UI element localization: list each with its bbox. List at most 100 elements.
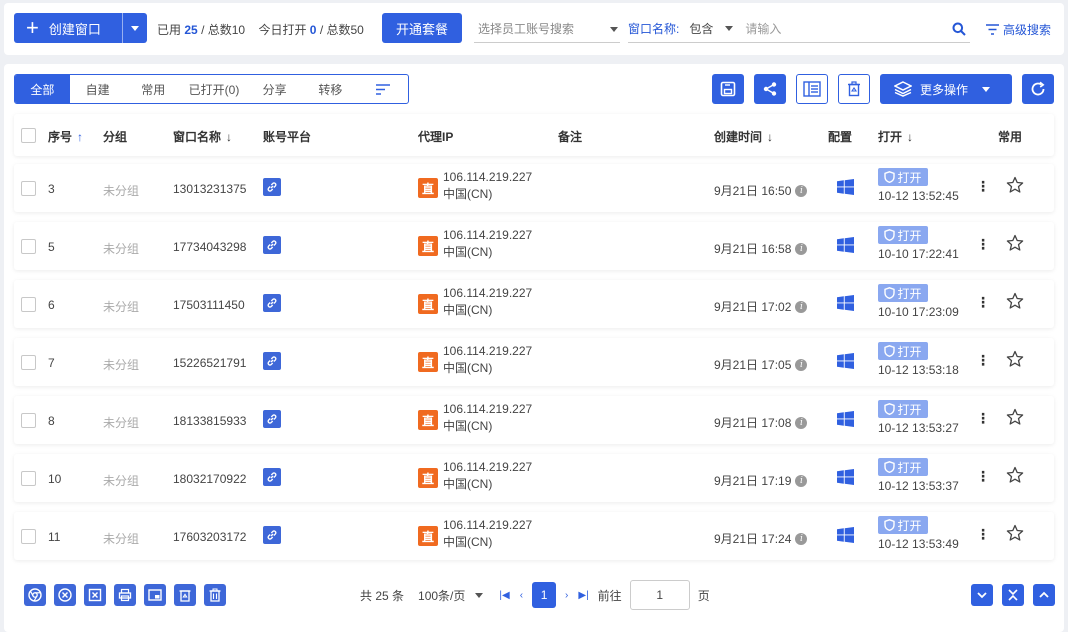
goto-page-input[interactable]: 1 xyxy=(629,580,690,610)
favorite-star-button[interactable] xyxy=(1006,466,1024,487)
scroll-down-button[interactable] xyxy=(971,584,993,606)
open-button[interactable]: 打开 xyxy=(878,458,928,476)
batch-delete-button[interactable] xyxy=(204,584,226,606)
config-windows[interactable] xyxy=(837,295,854,314)
config-windows[interactable] xyxy=(837,469,854,488)
employee-account-select[interactable]: 选择员工账号搜索 xyxy=(474,15,620,43)
scroll-up-button[interactable] xyxy=(1033,584,1055,606)
refresh-button[interactable] xyxy=(1022,74,1054,104)
table-row[interactable]: 10 未分组 18032170922 直 106.114.219.227 中国(CN) 9月… xyxy=(14,454,1054,502)
tab-opened[interactable]: 已打开(0) xyxy=(181,75,247,103)
favorite-star-button[interactable] xyxy=(1006,524,1024,545)
create-window-dropdown[interactable] xyxy=(122,13,147,43)
save-button[interactable] xyxy=(712,74,744,104)
page-size-select[interactable]: 100条/页 xyxy=(418,587,484,604)
row-checkbox[interactable] xyxy=(21,181,36,196)
search-input[interactable]: 请输入 xyxy=(745,20,781,37)
open-button[interactable]: 打开 xyxy=(878,168,928,186)
info-icon[interactable]: i xyxy=(795,184,808,197)
select-all-checkbox[interactable] xyxy=(21,128,36,143)
tab-all[interactable]: 全部 xyxy=(15,75,70,103)
row-checkbox[interactable] xyxy=(21,471,36,486)
table-row[interactable]: 8 未分组 18133815933 直 106.114.219.227 中国(CN) 9月2… xyxy=(14,396,1054,444)
open-button[interactable]: 打开 xyxy=(878,342,928,360)
row-checkbox[interactable] xyxy=(21,297,36,312)
platform-link-button[interactable] xyxy=(263,294,281,312)
open-button[interactable]: 打开 xyxy=(878,400,928,418)
sort-icon[interactable] xyxy=(358,75,408,103)
more-icon[interactable]: ⋮ xyxy=(976,237,990,251)
column-created[interactable]: 创建时间 ↓ xyxy=(714,128,773,145)
more-operations-button[interactable]: 更多操作 xyxy=(880,74,1012,104)
column-window-name[interactable]: 窗口名称 ↓ xyxy=(173,128,232,145)
batch-window-button[interactable] xyxy=(144,584,166,606)
last-page-icon[interactable]: ▶| xyxy=(578,590,588,601)
row-checkbox[interactable] xyxy=(21,239,36,254)
list-view-button[interactable] xyxy=(796,74,828,104)
batch-proxy-button[interactable] xyxy=(114,584,136,606)
config-windows[interactable] xyxy=(837,527,854,546)
match-mode-select[interactable]: 包含 xyxy=(689,20,713,37)
config-windows[interactable] xyxy=(837,237,854,256)
tab-share[interactable]: 分享 xyxy=(247,75,303,103)
more-icon[interactable]: ⋮ xyxy=(976,179,990,193)
more-icon[interactable]: ⋮ xyxy=(976,353,990,367)
platform-link-button[interactable] xyxy=(263,178,281,196)
first-page-icon[interactable]: |◀ xyxy=(499,590,509,601)
info-icon[interactable]: i xyxy=(795,300,808,313)
config-windows[interactable] xyxy=(837,353,854,372)
config-windows[interactable] xyxy=(837,411,854,430)
open-button[interactable]: 打开 xyxy=(878,284,928,302)
table-row[interactable]: 6 未分组 17503111450 直 106.114.219.227 中国(CN) 9月2… xyxy=(14,280,1054,328)
row-checkbox[interactable] xyxy=(21,355,36,370)
next-page-icon[interactable]: › xyxy=(565,590,568,601)
favorite-star-button[interactable] xyxy=(1006,292,1024,313)
info-icon[interactable]: i xyxy=(795,474,808,487)
platform-link-button[interactable] xyxy=(263,526,281,544)
table-row[interactable]: 7 未分组 15226521791 直 106.114.219.227 中国(CN) 9月2… xyxy=(14,338,1054,386)
batch-open-button[interactable] xyxy=(24,584,46,606)
info-icon[interactable]: i xyxy=(795,358,808,371)
platform-link-button[interactable] xyxy=(263,468,281,486)
table-row[interactable]: 5 未分组 17734043298 直 106.114.219.227 中国(CN) 9月2… xyxy=(14,222,1054,270)
create-window-button[interactable]: + 创建窗口 xyxy=(14,13,122,43)
advanced-search-button[interactable]: 高级搜索 xyxy=(986,21,1051,38)
batch-clear-button[interactable] xyxy=(84,584,106,606)
platform-link-button[interactable] xyxy=(263,352,281,370)
info-icon[interactable]: i xyxy=(795,242,808,255)
batch-recycle-button[interactable] xyxy=(174,584,196,606)
tab-transfer[interactable]: 转移 xyxy=(303,75,359,103)
column-open[interactable]: 打开 ↓ xyxy=(878,128,913,145)
current-page[interactable]: 1 xyxy=(532,582,557,608)
row-checkbox[interactable] xyxy=(21,413,36,428)
table-row[interactable]: 11 未分组 17603203172 直 106.114.219.227 中国(CN) 9月… xyxy=(14,512,1054,560)
prev-page-icon[interactable]: ‹ xyxy=(520,590,523,601)
tab-self-created[interactable]: 自建 xyxy=(70,75,126,103)
info-icon[interactable]: i xyxy=(795,532,808,545)
more-icon[interactable]: ⋮ xyxy=(976,527,990,541)
batch-close-button[interactable] xyxy=(54,584,76,606)
row-checkbox[interactable] xyxy=(21,529,36,544)
open-plan-button[interactable]: 开通套餐 xyxy=(382,13,462,43)
platform-link-button[interactable] xyxy=(263,410,281,428)
table-row[interactable]: 3 未分组 13013231375 直 106.114.219.227 中国(CN) 9月2… xyxy=(14,164,1054,212)
more-icon[interactable]: ⋮ xyxy=(976,411,990,425)
platform-link-button[interactable] xyxy=(263,236,281,254)
column-seq[interactable]: 序号 ↑ xyxy=(48,128,83,145)
chevron-down-icon[interactable] xyxy=(725,26,734,31)
open-button[interactable]: 打开 xyxy=(878,516,928,534)
more-icon[interactable]: ⋮ xyxy=(976,295,990,309)
recycle-bin-button[interactable] xyxy=(838,74,870,104)
more-icon[interactable]: ⋮ xyxy=(976,469,990,483)
collapse-button[interactable] xyxy=(1002,584,1024,606)
favorite-star-button[interactable] xyxy=(1006,176,1024,197)
search-icon[interactable] xyxy=(952,22,966,39)
info-icon[interactable]: i xyxy=(795,416,808,429)
favorite-star-button[interactable] xyxy=(1006,350,1024,371)
config-windows[interactable] xyxy=(837,179,854,198)
open-button[interactable]: 打开 xyxy=(878,226,928,244)
favorite-star-button[interactable] xyxy=(1006,234,1024,255)
favorite-star-button[interactable] xyxy=(1006,408,1024,429)
share-button[interactable] xyxy=(754,74,786,104)
tab-favorites[interactable]: 常用 xyxy=(125,75,181,103)
